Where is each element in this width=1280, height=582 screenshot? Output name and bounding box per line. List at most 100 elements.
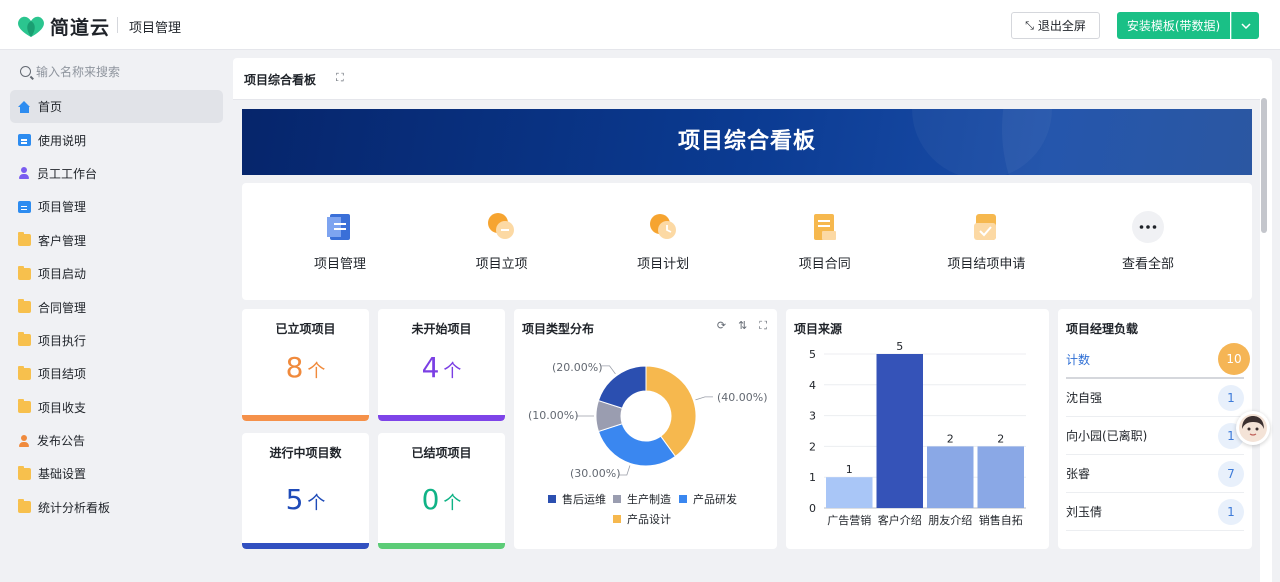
page-title: 项目综合看板 [244, 73, 317, 87]
sidebar-item-label: 项目启动 [38, 267, 87, 282]
stat-number: 5 [285, 483, 304, 516]
sidebar-item-label: 合同管理 [38, 300, 87, 315]
stat-number: 8 [285, 351, 304, 384]
stat-card-not-started[interactable]: 未开始项目 4个 [378, 309, 505, 421]
shortcut-item[interactable]: 项目结项申请 [905, 183, 1067, 300]
total-badge: 10 [1218, 343, 1250, 375]
doc-icon [18, 134, 31, 147]
stat-bar [242, 415, 369, 421]
sidebar-item[interactable]: 项目启动 [10, 257, 223, 290]
sidebar-nav: 首页使用说明员工工作台 项目管理 客户管理项目启动合同管理项目执行项目结项项目收支发… [10, 90, 223, 524]
y-tick-label: 5 [809, 348, 816, 361]
y-tick-label: 2 [809, 440, 816, 453]
stat-number: 4 [421, 351, 440, 384]
expand-icon[interactable]: ⛶ [336, 71, 344, 85]
clock-icon [650, 214, 677, 239]
stat-title: 未开始项目 [411, 322, 472, 336]
search-input[interactable]: 输入名称来搜索 [20, 63, 120, 80]
search-placeholder: 输入名称来搜索 [36, 65, 121, 79]
stat-unit: 个 [307, 493, 326, 514]
logo-icon [18, 16, 44, 37]
sidebar-item[interactable]: 合同管理 [10, 290, 223, 323]
pie-slice[interactable] [597, 365, 647, 409]
legend-label: 产品设计 [627, 512, 671, 526]
sidebar-item[interactable]: 项目收支 [10, 391, 223, 424]
sidebar-item-label: 项目收支 [38, 400, 87, 415]
manager-row[interactable]: 刘玉倩 1 [1066, 493, 1244, 531]
shortcut-label: 项目管理 [313, 257, 366, 272]
dashboard-content: 项目综合看板 项目管理 项目立项 项目计划 项目合同 项目结项申请 查看全部 已立项项目 … [233, 99, 1260, 582]
sidebar-item[interactable]: 使用说明 [10, 123, 223, 156]
legend-label: 售后运维 [562, 492, 606, 506]
x-tick-label: 朋友介绍 [928, 513, 972, 527]
manager-row[interactable]: 张睿 7 [1066, 455, 1244, 493]
shortcut-item[interactable]: 查看全部 [1067, 183, 1229, 300]
bar-chart: 0 1 2 3 4 5 1 广告营销 5 客户介绍 2 朋友介绍 2 销售自拓 [809, 340, 1026, 527]
bar[interactable] [977, 446, 1025, 508]
legend-item[interactable]: 产品研发 [679, 492, 737, 506]
shortcut-item[interactable]: 项目立项 [421, 183, 583, 300]
folder-icon [18, 399, 31, 414]
stat-card-closed[interactable]: 已结项项目 0个 [378, 433, 505, 549]
sidebar-item[interactable]: 员工工作台 [10, 157, 223, 190]
x-tick-label: 客户介绍 [878, 513, 922, 527]
pie-slice[interactable] [597, 423, 677, 467]
sidebar-item[interactable]: 项目管理 [10, 190, 223, 223]
legend-swatch [548, 495, 556, 503]
manager-count-badge: 7 [1218, 460, 1244, 487]
exit-fullscreen-button[interactable]: ⤡ 退出全屏 [1011, 12, 1100, 39]
banner-title: 项目综合看板 [677, 129, 816, 154]
shortcut-item[interactable]: 项目合同 [744, 183, 906, 300]
bookmark-icon [327, 214, 350, 240]
scrollbar[interactable] [1261, 98, 1267, 233]
stat-bar [242, 543, 369, 549]
assistant-avatar[interactable] [1236, 411, 1270, 445]
sidebar-item[interactable]: 发布公告 [10, 424, 223, 457]
sidebar-item[interactable]: 项目结项 [10, 357, 223, 390]
coins-icon [487, 213, 514, 239]
sidebar-item[interactable]: 项目执行 [10, 324, 223, 357]
dashboard-banner: 项目综合看板 [242, 109, 1252, 175]
sidebar-item[interactable]: 基础设置 [10, 457, 223, 490]
stat-card-in-progress[interactable]: 进行中项目数 5个 [242, 433, 369, 549]
install-template-button[interactable]: 安装模板(带数据) [1117, 12, 1230, 39]
bar[interactable] [927, 446, 974, 508]
logo[interactable]: 简道云 [16, 13, 110, 40]
sidebar-item-label: 项目执行 [38, 333, 87, 348]
bar[interactable] [876, 354, 924, 508]
stat-card-initiated[interactable]: 已立项项目 8个 [242, 309, 369, 421]
shortcut-item[interactable]: 项目管理 [259, 183, 421, 300]
folder-icon [18, 299, 31, 314]
bar-value-label: 1 [846, 463, 853, 476]
manager-row[interactable]: 沈自强 1 [1066, 379, 1244, 417]
stat-unit: 个 [443, 493, 462, 514]
x-tick-label: 销售自拓 [979, 513, 1023, 527]
stat-value: 0个 [378, 483, 505, 516]
stat-number: 0 [421, 483, 440, 516]
y-tick-label: 3 [809, 410, 816, 423]
shortcut-item[interactable]: 项目计划 [582, 183, 744, 300]
sidebar-item[interactable]: 首页 [10, 90, 223, 124]
app-name[interactable]: 项目管理 [129, 17, 181, 36]
legend-item[interactable]: 售后运维 [548, 492, 606, 506]
manager-row[interactable]: 向小园(已离职) 1 [1066, 417, 1244, 455]
legend-item[interactable]: 产品设计 [613, 512, 671, 526]
stat-unit: 个 [443, 361, 462, 382]
install-dropdown-button[interactable] [1231, 12, 1259, 39]
sidebar-item[interactable]: 统计分析看板 [10, 491, 223, 524]
shortcut-label: 项目结项申请 [947, 257, 1026, 272]
bar[interactable] [826, 477, 873, 508]
sidebar: 输入名称来搜索 首页使用说明员工工作台 项目管理 客户管理项目启动合同管理项目执行项… [0, 51, 233, 582]
folder-icon [18, 265, 31, 280]
shortcut-panel: 项目管理 项目立项 项目计划 项目合同 项目结项申请 查看全部 [242, 183, 1252, 300]
legend-item[interactable]: 生产制造 [613, 492, 671, 506]
sidebar-item[interactable]: 客户管理 [10, 224, 223, 257]
shortcut-label: 项目立项 [475, 257, 528, 272]
check-doc-icon [974, 214, 997, 240]
legend-label: 产品研发 [693, 492, 737, 506]
manager-name: 向小园(已离职) [1066, 429, 1148, 443]
project-type-chart-card: 项目类型分布 ⟳ ⇅ ⛶ (40.00%) (30.00%) (10.00%) (20… [514, 309, 777, 549]
card-title: 项目经理负载 [1066, 322, 1139, 336]
sidebar-item-label: 使用说明 [38, 133, 87, 148]
stat-bar [378, 415, 505, 421]
